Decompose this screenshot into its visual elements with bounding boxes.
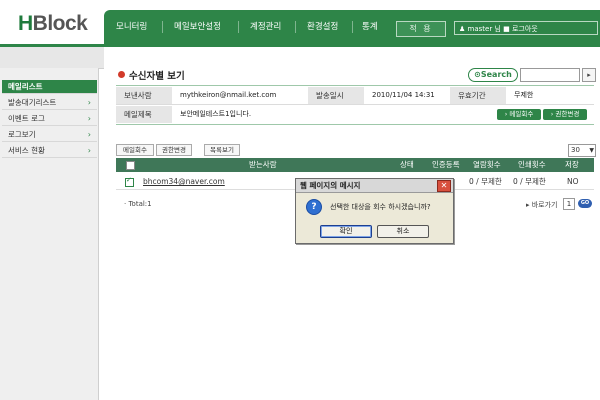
search-button[interactable]: ⊙Search (468, 68, 518, 82)
print-count: 0 / 무제한 (513, 177, 546, 186)
nav-settings[interactable]: 환경설정 (307, 10, 338, 44)
sidebar-item-log-view[interactable]: 로그보기 › (2, 128, 97, 142)
logout-link[interactable]: 로그아웃 (512, 25, 538, 33)
sidebar-item-label: 발송대기리스트 (8, 98, 57, 107)
sidebar-item-label: 메일리스트 (8, 82, 43, 91)
recall-mail-button[interactable]: › 메일회수 (497, 109, 541, 120)
dialog-titlebar: 웹 페이지의 메시지 ✕ (296, 179, 453, 193)
info-table-border (116, 124, 594, 125)
confirm-dialog: 웹 페이지의 메시지 ✕ ? 선택한 대상을 회수 하시겠습니까? 확인 취소 (295, 178, 454, 244)
nav-account[interactable]: 계정관리 (250, 10, 281, 44)
sidebar-item-pending-list[interactable]: 발송대기리스트 › (2, 96, 97, 110)
dialog-message: 선택한 대상을 회수 하시겠습니까? (330, 203, 431, 211)
total-count: · Total:1 (124, 200, 152, 208)
change-permission-button[interactable]: › 권한변경 (543, 109, 587, 120)
search-icon: ⊙ (474, 70, 481, 79)
sidebar-item-label: 이벤트 로그 (8, 114, 45, 123)
info-table-border (116, 85, 594, 86)
sent-value: 2010/11/04 14:31 (372, 91, 435, 99)
view-count: 0 / 무제한 (469, 177, 502, 186)
col-auth: 인증등록 (432, 160, 460, 169)
page-size-select[interactable]: 30 ▼ (568, 144, 596, 157)
sidebar-item-label: 로그보기 (8, 130, 36, 139)
nav-divider (162, 21, 163, 33)
logo-area: HBlock (0, 0, 104, 44)
col-recipient: 받는사람 (249, 160, 277, 169)
sender-value: mythkeiron@nmail.ket.com (180, 91, 277, 99)
list-view-button[interactable]: 목록보기 (204, 144, 240, 156)
page-title: 수신자별 보기 (129, 71, 185, 82)
sidebar-item-event-log[interactable]: 이벤트 로그 › (2, 112, 97, 126)
sidebar-item-label: 서비스 현황 (8, 146, 45, 155)
chevron-right-icon: › (87, 98, 91, 107)
top-nav: 모니터링 메일보안설정 계정관리 환경설정 통계 적 용 ♟ master 님 … (104, 10, 600, 44)
sidebar-top-band (0, 47, 104, 69)
sent-label: 발송일시 (308, 87, 364, 104)
title-bullet-icon (118, 71, 125, 78)
row-checkbox[interactable] (125, 176, 134, 187)
col-status: 상태 (400, 160, 414, 169)
info-row-divider (116, 104, 594, 105)
nav-statistics[interactable]: 통계 (362, 10, 378, 44)
list-header: 받는사람 상태 인증등록 열람횟수 인쇄횟수 저장 (116, 158, 594, 172)
apply-button[interactable]: 적 용 (396, 21, 446, 37)
chevron-right-icon: › (87, 146, 91, 155)
subject-label: 메일제목 (116, 106, 172, 123)
sidebar-item-service-status[interactable]: 서비스 현황 › (2, 144, 97, 158)
sidebar-item-mail-list[interactable]: 메일리스트 (2, 80, 97, 94)
search-input[interactable] (520, 68, 580, 82)
user-icon: ♟ (459, 25, 466, 33)
recipient-link[interactable]: bhcom34@naver.com (143, 175, 225, 189)
nav-mail-security[interactable]: 메일보안설정 (174, 10, 221, 44)
goto-button[interactable]: GO (578, 199, 592, 208)
goto-label: ▸ 바로가기 (526, 201, 558, 209)
user-name: master 님 (467, 25, 501, 33)
user-box: ♟ master 님 ■ 로그아웃 (454, 21, 598, 35)
close-icon[interactable]: ✕ (437, 180, 451, 192)
chevron-right-icon: › (87, 130, 91, 139)
goto-page-input[interactable]: 1 (563, 198, 575, 210)
expire-label: 유효기간 (450, 87, 506, 104)
question-icon: ? (306, 199, 322, 215)
chevron-right-icon: › (87, 114, 91, 123)
col-save: 저장 (565, 160, 579, 169)
sender-label: 보낸사람 (116, 87, 172, 104)
page-size-value: 30 (571, 146, 580, 154)
col-print-count: 인쇄횟수 (518, 160, 546, 169)
nav-divider (238, 21, 239, 33)
ok-button[interactable]: 확인 (320, 225, 372, 238)
nav-divider (352, 21, 353, 33)
nav-monitoring[interactable]: 모니터링 (116, 10, 147, 44)
app-logo[interactable]: HBlock (18, 12, 88, 36)
select-all-checkbox[interactable] (126, 161, 135, 170)
expire-value: 무제한 (514, 91, 534, 99)
list-recall-button[interactable]: 메일회수 (116, 144, 154, 156)
cancel-button[interactable]: 취소 (377, 225, 429, 238)
dialog-title: 웹 페이지의 메시지 (300, 181, 361, 190)
chevron-down-icon: ▼ (589, 147, 594, 154)
sidebar: 메일리스트 발송대기리스트 › 이벤트 로그 › 로그보기 › 서비스 현황 › (0, 68, 99, 400)
list-permission-button[interactable]: 권한변경 (156, 144, 192, 156)
subject-value: 보안메일테스트1입니다. (180, 110, 252, 118)
col-view-count: 열람횟수 (473, 160, 501, 169)
save-status: NO (567, 177, 579, 186)
lock-icon: ■ (503, 25, 510, 33)
search-go-button[interactable]: ▸ (582, 68, 596, 82)
nav-divider (295, 21, 296, 33)
